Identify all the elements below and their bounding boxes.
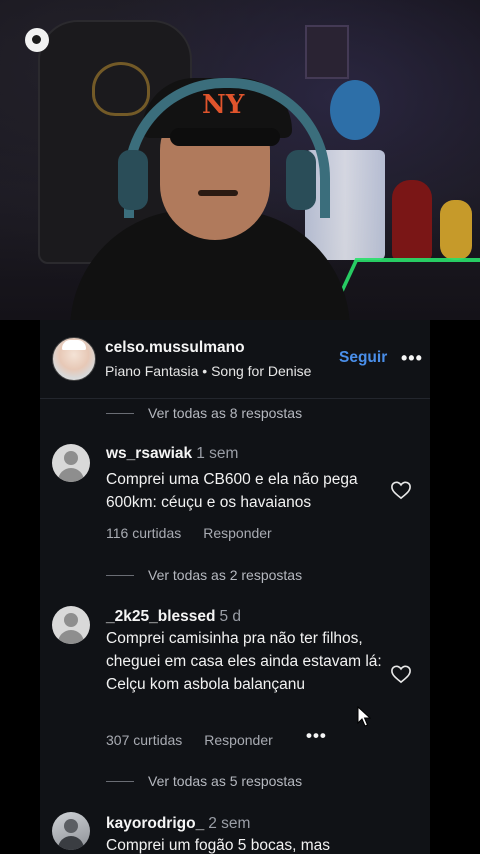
post-audio-subtitle[interactable]: Piano Fantasia • Song for Denise bbox=[105, 363, 311, 379]
view-replies-label: Ver todas as 2 respostas bbox=[148, 567, 303, 583]
heart-outline-icon[interactable] bbox=[390, 480, 412, 500]
view-replies-button[interactable]: Ver todas as 8 respostas bbox=[106, 405, 302, 421]
avatar-head bbox=[64, 451, 78, 465]
avatar-body bbox=[58, 630, 84, 644]
post-author-avatar[interactable] bbox=[52, 337, 96, 381]
view-replies-button[interactable]: Ver todas as 2 respostas bbox=[106, 567, 302, 583]
comment-time: 2 sem bbox=[208, 815, 251, 832]
username-text: _2k25_blessed bbox=[106, 608, 216, 625]
commenter-avatar[interactable] bbox=[52, 606, 90, 644]
divider bbox=[106, 412, 134, 414]
action-figure bbox=[392, 180, 432, 260]
comment-text: Comprei uma CB600 e ela não pega 600km: … bbox=[106, 471, 358, 511]
divider bbox=[106, 780, 134, 782]
post-author-username[interactable]: celso.mussulmano bbox=[105, 339, 245, 357]
avatar-body bbox=[58, 468, 84, 482]
mouse-pointer-icon bbox=[357, 706, 371, 727]
comment-meta: 116 curtidas Responder bbox=[106, 525, 294, 541]
comment-meta: 307 curtidas Responder bbox=[106, 732, 295, 748]
view-replies-button[interactable]: Ver todas as 5 respostas bbox=[106, 773, 302, 789]
headset-earcup bbox=[286, 150, 316, 210]
follow-button[interactable]: Seguir bbox=[339, 349, 387, 367]
comment-text: Comprei camisinha pra não ter filhos, ch… bbox=[106, 630, 382, 693]
commenter-avatar[interactable] bbox=[52, 812, 90, 850]
action-figure bbox=[440, 200, 472, 260]
likes-count[interactable]: 116 curtidas bbox=[106, 525, 181, 541]
avatar-head bbox=[64, 819, 78, 833]
streamer: NY bbox=[70, 40, 350, 320]
divider bbox=[106, 574, 134, 576]
comment-username[interactable]: ws_rsawiak 1 sem bbox=[106, 445, 238, 463]
avatar-body bbox=[58, 836, 84, 850]
heart-outline-icon[interactable] bbox=[390, 664, 412, 684]
username-text: ws_rsawiak bbox=[106, 445, 193, 462]
view-replies-label: Ver todas as 8 respostas bbox=[148, 405, 303, 421]
webcam-video: NY bbox=[0, 0, 480, 320]
comment-username[interactable]: kayorodrigo_ 2 sem bbox=[106, 815, 250, 833]
username-text: kayorodrigo_ bbox=[106, 815, 205, 832]
comment-time: 1 sem bbox=[196, 445, 239, 462]
comment-options-icon[interactable]: ••• bbox=[306, 726, 327, 746]
commenter-avatar[interactable] bbox=[52, 444, 90, 482]
likes-count[interactable]: 307 curtidas bbox=[106, 732, 182, 748]
comments-panel: celso.mussulmano Piano Fantasia • Song f… bbox=[40, 320, 430, 854]
avatar-head bbox=[64, 613, 78, 627]
record-icon bbox=[25, 28, 49, 52]
comment-time: 5 d bbox=[219, 608, 242, 625]
view-replies-label: Ver todas as 5 respostas bbox=[148, 773, 303, 789]
post-header: celso.mussulmano Piano Fantasia • Song f… bbox=[40, 320, 430, 399]
headset-earcup bbox=[118, 150, 148, 210]
reply-button[interactable]: Responder bbox=[204, 732, 273, 748]
reply-button[interactable]: Responder bbox=[203, 525, 272, 541]
comment-text: Comprei um fogão 5 bocas, mas bbox=[106, 837, 330, 854]
more-options-icon[interactable]: ••• bbox=[401, 348, 423, 369]
comment-username[interactable]: _2k25_blessed 5 d bbox=[106, 608, 241, 626]
